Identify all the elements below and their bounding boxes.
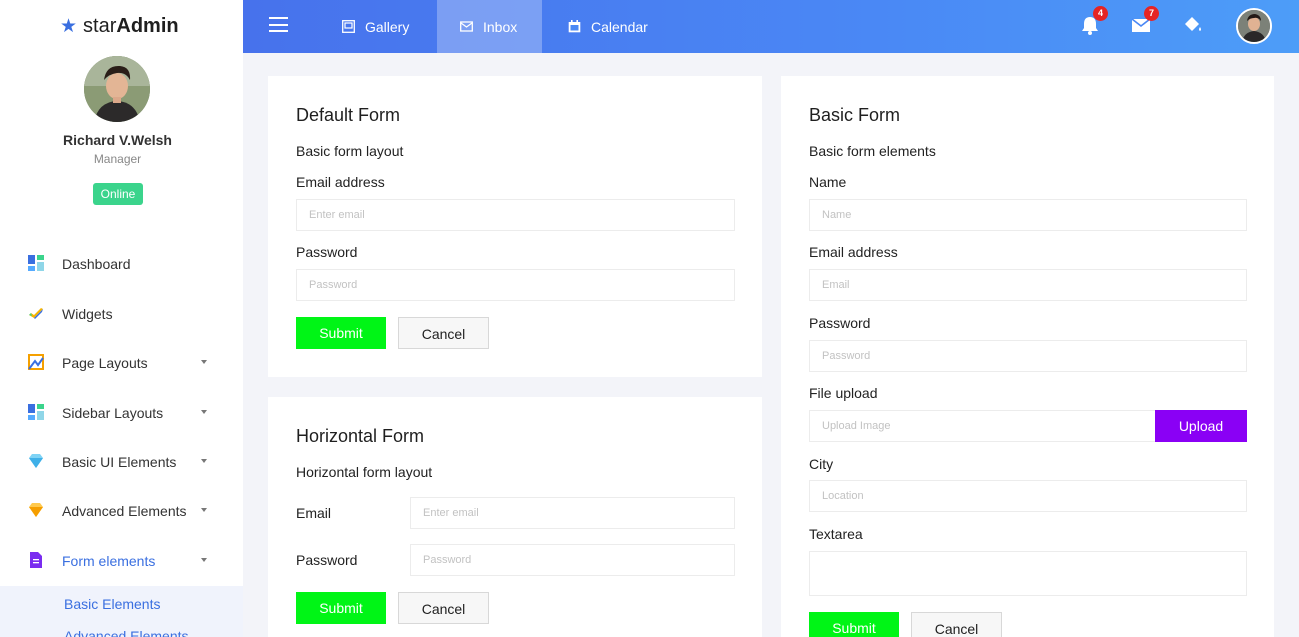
topbar: Gallery Inbox Calendar 4 7 xyxy=(243,0,1299,53)
email-label: Email xyxy=(296,505,332,521)
tab-inbox[interactable]: Inbox xyxy=(437,0,542,53)
password-field[interactable] xyxy=(410,544,735,576)
cancel-button[interactable]: Cancel xyxy=(398,592,489,624)
chevron-down-icon xyxy=(201,508,207,512)
basic-form-description: Basic form elements xyxy=(809,143,936,159)
sidebar-item-label: Basic UI Elements xyxy=(62,454,177,470)
sidebar-item-label: Widgets xyxy=(62,306,113,322)
chevron-down-icon xyxy=(201,459,207,463)
default-form-title: Default Form xyxy=(296,105,401,125)
sidebar-layouts-icon xyxy=(28,404,44,420)
cancel-button[interactable]: Cancel xyxy=(911,612,1002,637)
sidebar-item-dashboard[interactable]: Dashboard xyxy=(0,242,243,286)
sidebar-item-basic-ui-elements[interactable]: Basic UI Elements xyxy=(0,440,243,484)
sidebar-item-form-elements[interactable]: Form elements xyxy=(0,539,243,583)
chevron-down-icon xyxy=(201,410,207,414)
submit-button[interactable]: Submit xyxy=(296,592,386,624)
email-field[interactable] xyxy=(296,199,735,231)
name-label: Name xyxy=(809,174,847,190)
tab-inbox-label: Inbox xyxy=(483,18,518,35)
email-label: Email address xyxy=(296,174,385,190)
messages-badge: 7 xyxy=(1144,6,1159,21)
email-field[interactable] xyxy=(410,497,735,529)
tab-gallery-label: Gallery xyxy=(365,18,410,35)
status-badge: Online xyxy=(93,183,143,205)
password-label: Password xyxy=(809,315,871,331)
submenu-item-basic-elements[interactable]: Basic Elements xyxy=(64,596,160,612)
gem-icon xyxy=(29,503,43,517)
calendar-icon xyxy=(568,20,581,33)
sidebar-item-label: Dashboard xyxy=(62,256,131,272)
sidebar-item-label: Page Layouts xyxy=(62,355,148,371)
submenu: Basic Elements Advanced Elements xyxy=(0,586,243,637)
theme-button[interactable] xyxy=(1182,14,1204,36)
horizontal-form-card: Horizontal Form Horizontal form layout E… xyxy=(268,397,762,637)
image-icon xyxy=(342,20,355,33)
email-label: Email address xyxy=(809,244,898,260)
password-label: Password xyxy=(296,244,358,260)
page-layouts-icon xyxy=(28,354,44,370)
tab-calendar[interactable]: Calendar xyxy=(568,0,648,53)
user-avatar[interactable] xyxy=(84,56,150,122)
tab-gallery[interactable]: Gallery xyxy=(342,0,409,53)
menu-toggle-icon[interactable] xyxy=(269,17,288,32)
sidebar-item-sidebar-layouts[interactable]: Sidebar Layouts xyxy=(0,391,243,435)
widgets-icon xyxy=(29,308,43,319)
submit-button[interactable]: Submit xyxy=(296,317,386,349)
chevron-down-icon xyxy=(201,558,207,562)
horizontal-form-title: Horizontal Form xyxy=(296,426,425,446)
sidebar-item-page-layouts[interactable]: Page Layouts xyxy=(0,341,243,385)
horizontal-form-description: Horizontal form layout xyxy=(296,464,433,480)
sidebar-item-label: Sidebar Layouts xyxy=(62,405,164,421)
submenu-item-advanced-elements[interactable]: Advanced Elements xyxy=(64,628,189,637)
sidebar-item-advanced-elements[interactable]: Advanced Elements xyxy=(0,489,243,533)
password-field[interactable] xyxy=(296,269,735,301)
basic-form-card: Basic Form Basic form elements Name Emai… xyxy=(781,76,1274,637)
default-form-card: Default Form Basic form layout Email add… xyxy=(268,76,762,377)
default-form-description: Basic form layout xyxy=(296,143,404,159)
messages-button[interactable]: 7 xyxy=(1130,6,1159,36)
upload-button[interactable]: Upload xyxy=(1155,410,1247,442)
textarea-field[interactable] xyxy=(809,551,1247,596)
mail-icon xyxy=(460,21,473,32)
dashboard-icon xyxy=(28,255,44,271)
cancel-button[interactable]: Cancel xyxy=(398,317,489,349)
sidebar: ★ starAdmin Richard V.Welsh Manager Onli… xyxy=(0,0,243,637)
chevron-down-icon xyxy=(201,360,207,364)
city-field[interactable] xyxy=(809,480,1247,512)
document-icon xyxy=(30,552,42,568)
submit-button[interactable]: Submit xyxy=(809,612,899,637)
tab-calendar-label: Calendar xyxy=(591,18,648,35)
profile-avatar[interactable] xyxy=(1236,8,1272,44)
file-upload-label: File upload xyxy=(809,385,878,401)
sidebar-item-label: Form elements xyxy=(62,553,156,569)
password-field[interactable] xyxy=(809,340,1247,372)
sidebar-item-label: Advanced Elements xyxy=(62,503,187,519)
basic-form-title: Basic Form xyxy=(809,105,901,125)
file-upload-field[interactable] xyxy=(809,410,1156,442)
textarea-label: Textarea xyxy=(809,526,863,542)
diamond-icon xyxy=(29,454,43,468)
user-name: Richard V.Welsh xyxy=(63,132,172,148)
brand-logo[interactable]: ★ starAdmin xyxy=(60,14,179,38)
name-field[interactable] xyxy=(809,199,1247,231)
city-label: City xyxy=(809,456,834,472)
paint-bucket-icon xyxy=(1185,17,1201,31)
password-label: Password xyxy=(296,552,358,568)
notifications-button[interactable]: 4 xyxy=(1079,6,1108,36)
brand-name: starAdmin xyxy=(83,14,179,37)
notifications-badge: 4 xyxy=(1093,6,1108,21)
sidebar-item-widgets[interactable]: Widgets xyxy=(0,292,243,336)
star-icon: ★ xyxy=(60,15,78,37)
user-role: Manager xyxy=(93,152,142,166)
email-field[interactable] xyxy=(809,269,1247,301)
